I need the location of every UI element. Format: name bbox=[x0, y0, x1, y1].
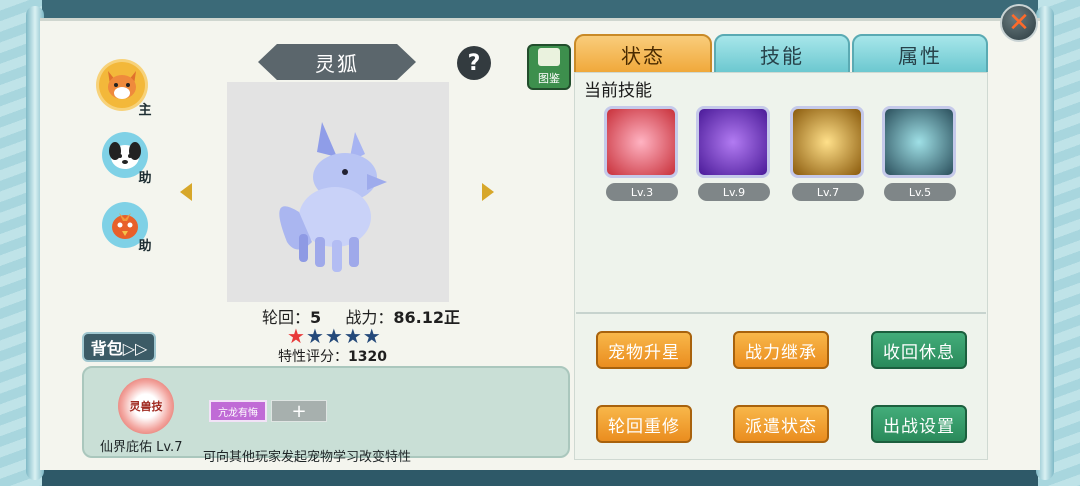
star-rating: ★ ★ ★ ★ ★ bbox=[287, 326, 381, 346]
trait-hint: 可向其他玩家发起宠物学习改变特性 bbox=[203, 450, 412, 465]
skill-icon-3[interactable] bbox=[790, 106, 864, 178]
trait-score: 特性评分：1320 bbox=[278, 346, 387, 366]
bag-button[interactable]: 背包▷▷ bbox=[82, 332, 156, 362]
roster-tag-main: 主 bbox=[138, 102, 152, 118]
question-icon: ? bbox=[467, 50, 481, 76]
pet-name-plate: 灵狐 bbox=[258, 44, 416, 80]
trait-name: 仙界庇佑 Lv.7 bbox=[100, 440, 183, 455]
pet-model-view[interactable] bbox=[227, 82, 449, 302]
add-trait-button[interactable]: + bbox=[271, 400, 327, 422]
battle-settings-button[interactable]: 出战设置 bbox=[871, 405, 967, 443]
recall-rest-button[interactable]: 收回休息 bbox=[871, 331, 967, 369]
tab-attributes[interactable]: 属性 bbox=[852, 34, 988, 74]
star-icon: ★ bbox=[287, 324, 305, 348]
help-button[interactable]: ? bbox=[457, 46, 491, 80]
atlas-label: 图鉴 bbox=[538, 72, 560, 85]
close-button[interactable]: ✕ bbox=[1000, 4, 1038, 42]
skills-title: 当前技能 bbox=[584, 81, 652, 101]
skill-level-1: Lv.3 bbox=[606, 183, 678, 201]
power-inherit-button[interactable]: 战力继承 bbox=[733, 331, 829, 369]
spirit-fox-model bbox=[279, 122, 387, 272]
star-icon: ★ bbox=[305, 324, 324, 348]
previous-pet-arrow[interactable] bbox=[180, 183, 192, 201]
skill-icon-4[interactable] bbox=[882, 106, 956, 178]
bottom-band bbox=[0, 468, 1080, 486]
star-icon: ★ bbox=[343, 324, 362, 348]
spirit-skill-icon-text: 灵兽技 bbox=[129, 400, 163, 413]
roster-tag-assist-1: 助 bbox=[138, 170, 152, 186]
panel-divider bbox=[576, 312, 986, 314]
skill-icon-1[interactable] bbox=[604, 106, 678, 178]
skill-level-4: Lv.5 bbox=[884, 183, 956, 201]
dispatch-status-button[interactable]: 派遣状态 bbox=[733, 405, 829, 443]
spirit-skill-icon[interactable]: 灵兽技 bbox=[118, 378, 174, 434]
star-icon: ★ bbox=[362, 324, 381, 348]
skill-icon-2[interactable] bbox=[696, 106, 770, 178]
trait-score-label: 特性评分： bbox=[278, 349, 348, 365]
pet-star-up-button[interactable]: 宠物升星 bbox=[596, 331, 692, 369]
next-pet-arrow[interactable] bbox=[482, 183, 494, 201]
trait-score-value: 1320 bbox=[348, 349, 387, 365]
roster-tag-assist-2: 助 bbox=[138, 238, 152, 254]
power-value: 86.12正 bbox=[393, 308, 460, 327]
skill-level-2: Lv.9 bbox=[698, 183, 770, 201]
book-icon bbox=[538, 48, 560, 66]
atlas-button[interactable]: 图鉴 bbox=[527, 44, 571, 90]
tab-skills[interactable]: 技能 bbox=[714, 34, 850, 74]
star-icon: ★ bbox=[324, 324, 343, 348]
trait-chip[interactable]: 亢龙有悔 bbox=[209, 400, 267, 422]
reincarnation-rebuild-button[interactable]: 轮回重修 bbox=[596, 405, 692, 443]
tab-status[interactable]: 状态 bbox=[574, 34, 712, 74]
skill-level-3: Lv.7 bbox=[792, 183, 864, 201]
close-icon: ✕ bbox=[1008, 8, 1030, 38]
